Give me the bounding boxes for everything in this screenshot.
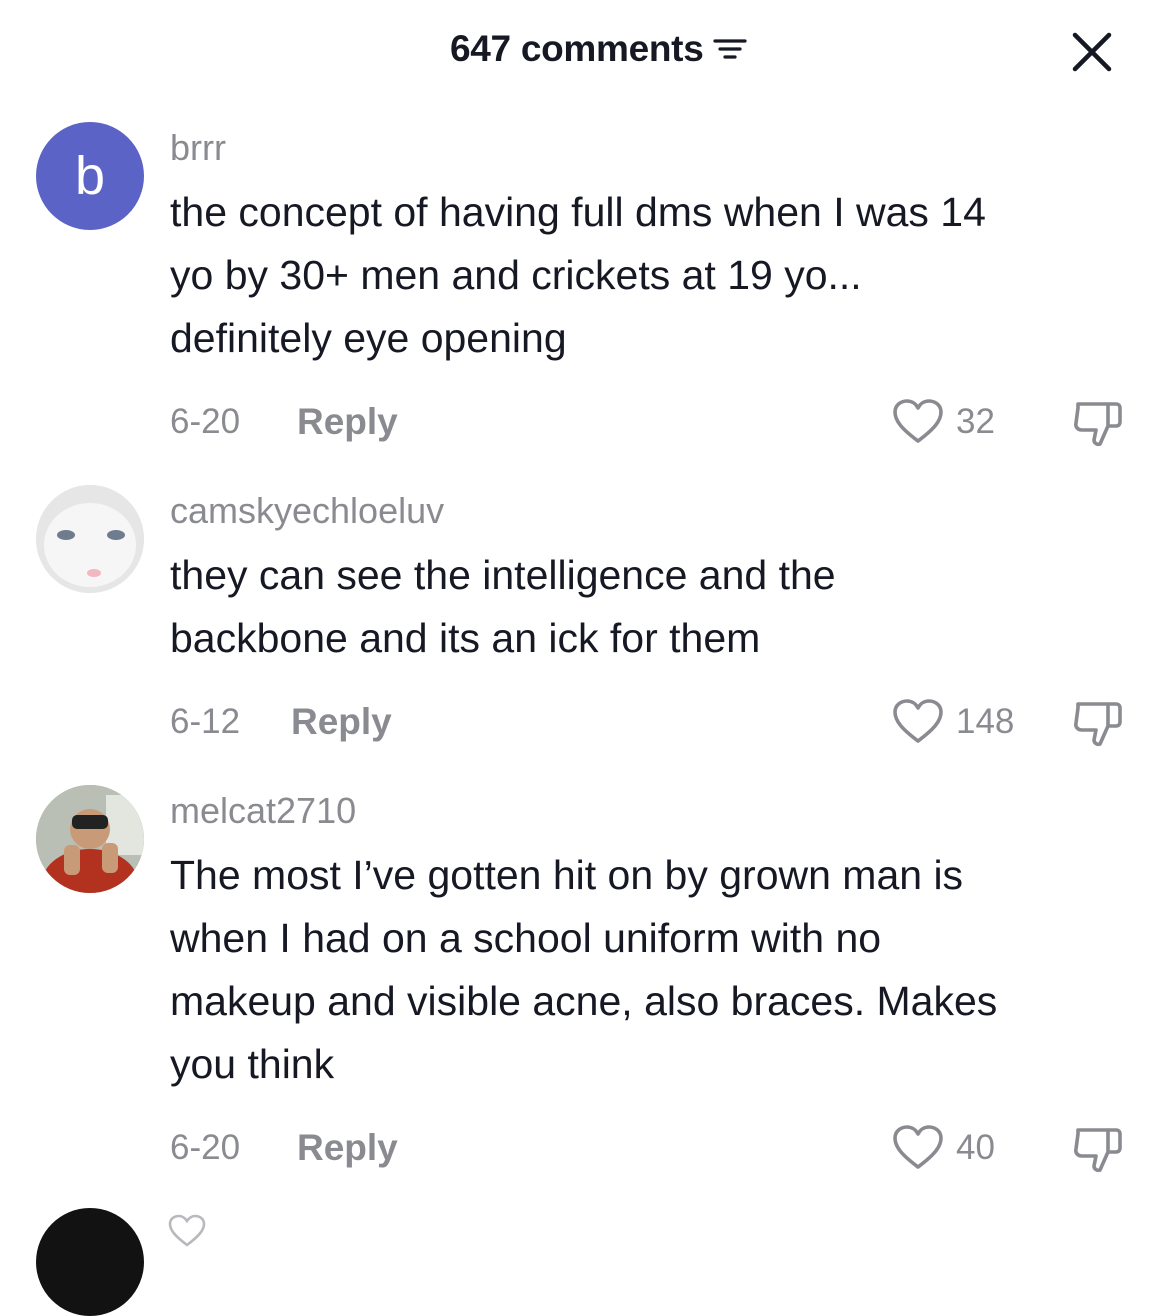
comment-text-line: The most I’ve gotten hit on by grown man… bbox=[170, 852, 964, 898]
comment-sort-toggle[interactable]: 647 comments bbox=[450, 28, 748, 70]
comment-text: they can see the intelligence and the ba… bbox=[170, 544, 1135, 670]
avatar-letter: b bbox=[74, 146, 106, 206]
like-button[interactable]: 148 bbox=[892, 698, 1014, 746]
comment-count: 647 comments bbox=[450, 28, 704, 69]
heart-outline-icon bbox=[893, 399, 943, 443]
cat-avatar-image bbox=[36, 485, 144, 593]
reply-button[interactable]: Reply bbox=[291, 698, 392, 746]
comment-text-line: you think bbox=[170, 1041, 335, 1087]
comment-text-line: they can see the intelligence and the bbox=[170, 552, 836, 598]
comment-actions: 6-20 Reply 32 bbox=[170, 398, 1130, 447]
heart-outline-icon[interactable] bbox=[168, 1214, 206, 1248]
reply-button[interactable]: Reply bbox=[297, 1124, 398, 1172]
like-button[interactable]: 32 bbox=[892, 398, 995, 446]
comment-text-line: definitely eye opening bbox=[170, 315, 567, 361]
comment-username[interactable]: melcat2710 bbox=[170, 790, 356, 832]
comment-text-line: when I had on a school uniform with no bbox=[170, 915, 882, 961]
avatar[interactable]: b bbox=[36, 122, 144, 230]
avatar[interactable] bbox=[36, 485, 144, 593]
heart-outline-icon bbox=[893, 699, 943, 743]
thumbs-down-icon[interactable] bbox=[1070, 1124, 1126, 1176]
comment-username[interactable]: brrr bbox=[170, 127, 226, 169]
reply-button[interactable]: Reply bbox=[297, 398, 398, 446]
comments-header: 647 comments bbox=[0, 0, 1170, 104]
like-count: 32 bbox=[956, 402, 995, 441]
thumbs-down-icon[interactable] bbox=[1070, 698, 1126, 750]
like-button[interactable]: 40 bbox=[892, 1124, 995, 1172]
comment-date: 6-12 bbox=[170, 702, 241, 741]
person-avatar-image bbox=[36, 785, 144, 893]
avatar[interactable] bbox=[36, 785, 144, 893]
comment-text-line: yo by 30+ men and crickets at 19 yo... bbox=[170, 252, 862, 298]
comment-actions: 6-12 Reply 148 bbox=[170, 698, 1130, 747]
avatar[interactable] bbox=[36, 1208, 144, 1316]
comment-date: 6-20 bbox=[170, 402, 241, 441]
comment-text-line: makeup and visible acne, also braces. Ma… bbox=[170, 978, 998, 1024]
comment-text: the concept of having full dms when I wa… bbox=[170, 181, 1135, 370]
comment-actions: 6-20 Reply 40 bbox=[170, 1124, 1130, 1173]
comment-username[interactable]: camskyechloeluv bbox=[170, 490, 444, 532]
like-count: 148 bbox=[956, 702, 1015, 741]
heart-outline-icon bbox=[893, 1125, 943, 1169]
like-count: 40 bbox=[956, 1128, 995, 1167]
comment-text: The most I’ve gotten hit on by grown man… bbox=[170, 844, 1135, 1096]
comment-date: 6-20 bbox=[170, 1128, 241, 1167]
thumbs-down-icon[interactable] bbox=[1070, 398, 1126, 450]
comment-text-line: the concept of having full dms when I wa… bbox=[170, 189, 986, 235]
close-icon[interactable] bbox=[1066, 26, 1118, 78]
filter-lines-icon bbox=[713, 39, 748, 59]
comment-text-line: backbone and its an ick for them bbox=[170, 615, 761, 661]
